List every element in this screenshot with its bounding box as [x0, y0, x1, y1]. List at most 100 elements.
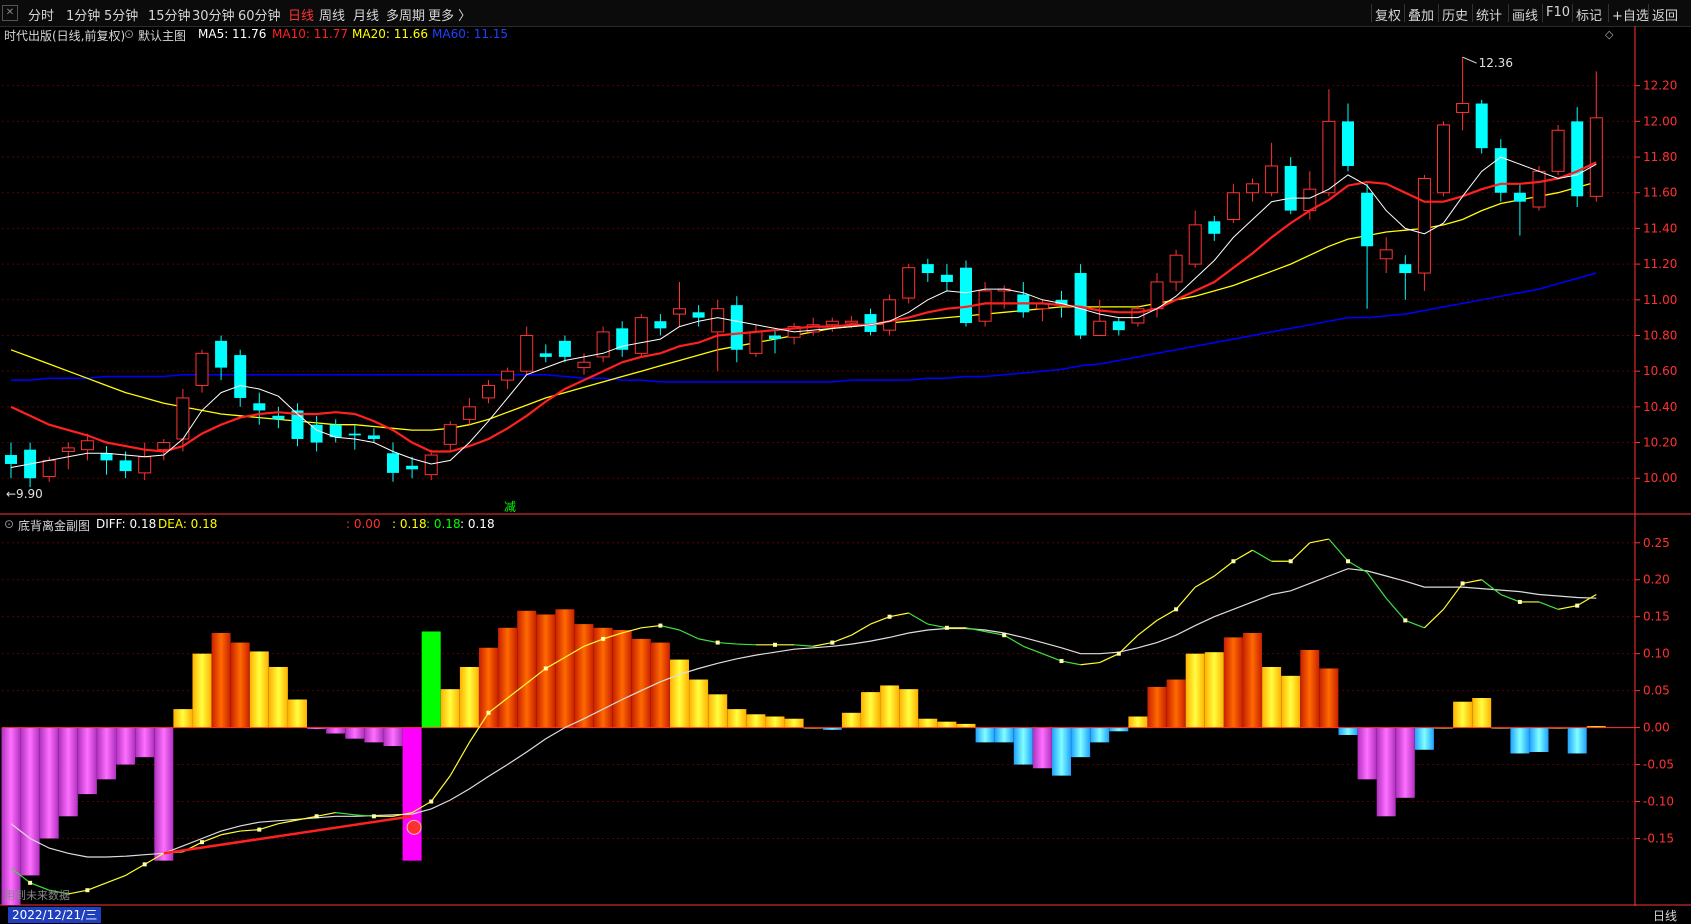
- candle-body: [921, 264, 934, 274]
- diff-point: [1517, 599, 1522, 604]
- y-tick-label: -0.15: [1643, 831, 1674, 845]
- macd-bar: [1567, 727, 1587, 754]
- candle-body: [1417, 177, 1431, 274]
- candle-body: [215, 340, 228, 368]
- macd-bar: [1338, 727, 1358, 735]
- diff-line-segment: [813, 641, 833, 647]
- candle-body: [1188, 224, 1202, 265]
- diff-point: [1288, 559, 1293, 564]
- diff-point: [1002, 633, 1007, 638]
- diff-line-segment: [1080, 661, 1100, 666]
- diff-point: [1174, 607, 1179, 612]
- diff-line-segment: [1175, 586, 1196, 610]
- ma5-line: [10, 156, 1597, 468]
- macd-bar: [994, 727, 1014, 743]
- y-tick-label: 0.20: [1643, 573, 1670, 587]
- future-data-note: 用到未来数据: [4, 888, 70, 902]
- macd-bar: [1243, 632, 1262, 728]
- period-label: 日线: [1652, 909, 1677, 923]
- candle-body: [539, 353, 552, 357]
- candle-body: [1112, 321, 1125, 331]
- divergence-signal-icon: [406, 819, 422, 835]
- candle-body: [138, 456, 152, 474]
- diff-line-segment: [851, 623, 871, 636]
- candle-body: [1208, 221, 1221, 234]
- candle-body: [1532, 170, 1546, 208]
- chart-canvas[interactable]: 10.00 10.20 10.40 10.60 10.80 11.00 11.20 11.40…: [0, 0, 1691, 906]
- ma20-line: [10, 181, 1597, 431]
- diff-line-segment: [1023, 645, 1043, 655]
- diff-line-segment: [68, 889, 88, 895]
- candle-body: [42, 459, 56, 477]
- diff-line-segment: [1462, 579, 1482, 585]
- diff-line-segment: [316, 812, 336, 817]
- diff-line-segment: [1423, 608, 1444, 629]
- macd-bar: [784, 718, 804, 728]
- y-tick-label: 10.00: [1643, 471, 1677, 485]
- candle-body: [387, 453, 399, 473]
- y-tick-label: -0.10: [1643, 795, 1674, 809]
- diff-line-segment: [1290, 542, 1311, 562]
- diff-point: [601, 636, 606, 641]
- candle-body: [673, 308, 686, 315]
- candle-body: [1571, 121, 1584, 197]
- diff-line-segment: [1118, 634, 1139, 655]
- macd-bar: [1300, 649, 1320, 728]
- diff-line-segment: [889, 612, 909, 618]
- candle-body: [769, 335, 781, 340]
- diff-line-segment: [220, 830, 241, 836]
- candle-body: [1169, 254, 1183, 283]
- diff-point: [371, 814, 376, 819]
- candle-body: [1513, 192, 1526, 202]
- macd-bar: [612, 630, 632, 728]
- diff-line-segment: [430, 775, 451, 802]
- diff-line-segment: [1385, 597, 1406, 621]
- macd-bar: [1453, 701, 1473, 728]
- candle-body: [825, 320, 839, 326]
- macd-bar: [841, 712, 861, 728]
- macd-bar: [1319, 668, 1339, 728]
- macd-bar: [402, 727, 422, 861]
- diff-line-segment: [660, 624, 680, 631]
- macd-bar: [479, 647, 498, 728]
- y-tick-label: 0.05: [1643, 684, 1670, 698]
- macd-bar: [631, 638, 651, 728]
- diff-line-segment: [1366, 571, 1387, 599]
- macd-bar: [1013, 727, 1033, 765]
- y-tick-label: 11.60: [1643, 186, 1677, 200]
- macd-bar: [1147, 686, 1167, 728]
- candle-body: [1437, 124, 1450, 194]
- diff-point: [1460, 581, 1465, 586]
- diff-line-segment: [1194, 575, 1215, 588]
- macd-bar: [249, 651, 269, 728]
- diff-point: [142, 862, 147, 867]
- diff-line-segment: [698, 638, 718, 644]
- candle-body: [501, 370, 515, 381]
- diff-line-segment: [1500, 593, 1521, 603]
- macd-bar: [689, 679, 709, 728]
- candle-body: [424, 454, 438, 476]
- diff-line-segment: [259, 823, 279, 831]
- time-axis: [0, 906, 1691, 924]
- macd-bar: [956, 723, 976, 728]
- candle-body: [634, 317, 648, 354]
- macd-bar: [975, 727, 995, 743]
- macd-bar: [459, 666, 479, 728]
- y-tick-label: 10.40: [1643, 400, 1677, 414]
- y-tick-label: 12.00: [1643, 114, 1677, 128]
- candle-body: [1399, 264, 1412, 274]
- macd-bar: [97, 727, 116, 780]
- diff-line-segment: [679, 629, 699, 640]
- macd-bar: [1281, 675, 1301, 728]
- macd-bar: [440, 689, 460, 728]
- macd-bar: [708, 694, 728, 728]
- macd-bar: [746, 714, 766, 728]
- diff-point: [1116, 651, 1121, 656]
- candle-body: [1226, 192, 1240, 221]
- y-tick-label: 10.20: [1643, 436, 1677, 450]
- macd-bar: [39, 727, 59, 839]
- macd-bar: [192, 653, 212, 728]
- y-tick-label: 11.80: [1643, 150, 1677, 164]
- macd-bar: [383, 727, 403, 747]
- diff-point: [715, 640, 720, 645]
